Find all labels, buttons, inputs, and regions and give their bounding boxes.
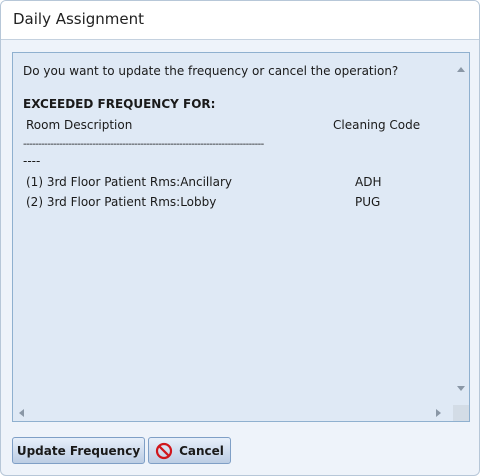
exceeded-heading: EXCEEDED FREQUENCY FOR: xyxy=(23,97,216,111)
horizontal-scrollbar[interactable] xyxy=(13,405,453,421)
row-2-code: PUG xyxy=(355,195,381,209)
row-1-code: ADH xyxy=(355,175,382,189)
row-1-room: (1) 3rd Floor Patient Rms:Ancillary xyxy=(26,175,232,189)
cancel-label: Cancel xyxy=(179,443,224,458)
dialog-title: Daily Assignment xyxy=(13,10,145,28)
cancel-button[interactable]: Cancel xyxy=(148,437,231,464)
row-2-room: (2) 3rd Floor Patient Rms:Lobby xyxy=(26,195,217,209)
scroll-left-icon[interactable] xyxy=(19,409,24,417)
column-header-room: Room Description xyxy=(26,118,133,132)
question-text: Do you want to update the frequency or c… xyxy=(23,64,399,78)
cancel-circle-icon xyxy=(155,442,173,460)
separator-tail: ---- xyxy=(23,154,41,168)
separator-line: ----------------------------------------… xyxy=(23,139,264,150)
daily-assignment-dialog: Daily Assignment Do you want to update t… xyxy=(0,0,480,476)
update-frequency-button[interactable]: Update Frequency xyxy=(12,437,145,464)
scroll-up-icon[interactable] xyxy=(457,67,465,72)
vertical-scrollbar[interactable] xyxy=(453,53,469,405)
message-panel: Do you want to update the frequency or c… xyxy=(12,52,470,422)
dialog-titlebar: Daily Assignment xyxy=(1,1,479,40)
scrollbar-corner xyxy=(453,405,469,421)
message-content: Do you want to update the frequency or c… xyxy=(13,53,453,397)
scroll-right-icon[interactable] xyxy=(436,409,441,417)
column-header-code: Cleaning Code xyxy=(333,118,421,132)
update-frequency-label: Update Frequency xyxy=(16,443,141,458)
scroll-down-icon[interactable] xyxy=(457,386,465,391)
